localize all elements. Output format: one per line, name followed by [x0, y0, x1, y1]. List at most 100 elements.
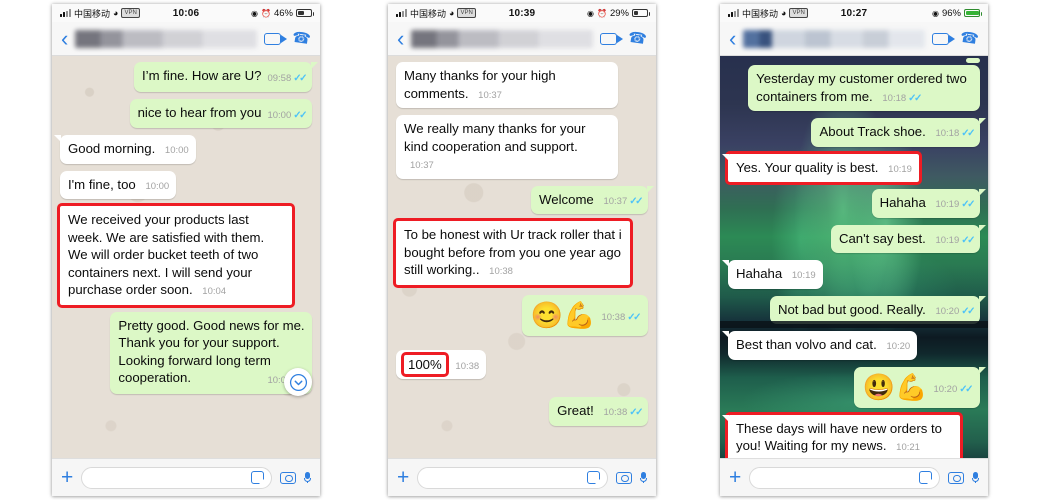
vpn-badge: VPN — [121, 8, 140, 18]
message-meta: 10:38 — [455, 358, 479, 376]
message-text: Hahaha — [736, 266, 783, 281]
message-meta: 10:21 — [896, 439, 920, 457]
message-input[interactable] — [81, 466, 272, 489]
message-input[interactable] — [417, 466, 608, 489]
message-bubble-outgoing[interactable]: I’m fine. How are U? 09:58 ✓✓ — [133, 62, 319, 92]
message-input[interactable] — [749, 466, 940, 489]
message-time: 10:38 — [601, 311, 626, 323]
message-meta: 10:37 — [478, 87, 502, 105]
status-right: ◉ 96% — [932, 8, 982, 19]
phone-screenshot-2: 中国移动 ◕ VPN 10:39 ◉ ⏰ 29% ‹ ☎ Many thanks… — [388, 4, 656, 496]
message-row: About Track shoe. 10:18 ✓✓ — [728, 118, 986, 147]
message-meta: 10:00 ✓✓ — [267, 107, 307, 125]
message-composer: + — [52, 458, 320, 496]
back-button[interactable]: ‹ — [729, 27, 736, 50]
status-bar: 中国移动 ◕ VPN 10:06 ◉ ⏰ 46% — [52, 4, 320, 22]
voice-call-icon[interactable]: ☎ — [291, 29, 312, 48]
message-time: 10:38 — [603, 407, 628, 418]
message-text: Great! — [557, 403, 594, 418]
camera-icon[interactable] — [948, 471, 964, 484]
camera-icon[interactable] — [280, 471, 296, 484]
message-list: Yesterday my customer ordered two contai… — [720, 56, 988, 458]
message-meta: 10:38 ✓✓ — [601, 303, 641, 333]
message-row: Can't say best. 10:19 ✓✓ — [728, 224, 987, 253]
contact-name-blurred[interactable] — [743, 29, 926, 48]
message-bubble-incoming[interactable]: We really many thanks for your kind coop… — [396, 115, 618, 179]
message-row: Great! 10:38 ✓✓ — [396, 397, 648, 426]
microphone-icon[interactable] — [304, 472, 311, 483]
phone-screenshot-1: 中国移动 ◕ VPN 10:06 ◉ ⏰ 46% ‹ ☎ I’m fine. H… — [52, 4, 320, 496]
nav-bar: ‹ ☎ — [52, 22, 320, 56]
chat-thread-1[interactable]: I’m fine. How are U? 09:58 ✓✓ nice to he… — [52, 56, 320, 458]
message-time: 10:20 — [935, 305, 960, 317]
message-bubble-outgoing[interactable]: Hahaha 10:19 ✓✓ — [871, 189, 987, 218]
message-time: 10:37 — [478, 89, 502, 101]
message-row: Good morning. 10:00 — [54, 135, 312, 164]
attach-button[interactable]: + — [397, 467, 409, 488]
message-meta: 10:19 ✓✓ — [935, 232, 975, 250]
status-bar: 中国移动 ◕ VPN 10:39 ◉ ⏰ 29% — [388, 4, 656, 22]
nav-actions: ☎ — [264, 29, 312, 48]
message-row: We really many thanks for your kind coop… — [396, 115, 648, 179]
video-call-icon[interactable] — [932, 32, 956, 45]
message-bubble-incoming[interactable]: Best than volvo and cat. 10:20 — [721, 331, 918, 360]
read-receipt-icon: ✓✓ — [293, 109, 307, 121]
message-bubble-incoming-highlighted[interactable]: Yes. Your quality is best. 10:19 — [722, 150, 922, 185]
message-bubble-outgoing-emoji[interactable]: 😊💪 10:38 ✓✓ — [521, 294, 648, 336]
message-text: About Track shoe. — [819, 124, 926, 139]
back-button[interactable]: ‹ — [397, 27, 404, 50]
message-bubble-outgoing[interactable]: Yesterday my customer ordered two contai… — [748, 65, 980, 111]
chat-thread-2[interactable]: Many thanks for your high comments. 10:3… — [388, 56, 656, 458]
message-text: Welcome — [539, 191, 594, 207]
message-text: 😊💪 — [530, 299, 596, 330]
chat-thread-3[interactable]: Yesterday my customer ordered two contai… — [720, 56, 988, 458]
message-bubble-outgoing[interactable]: About Track shoe. 10:18 ✓✓ — [811, 118, 986, 147]
message-bubble-incoming-highlighted[interactable]: These days will have new orders to you! … — [722, 411, 963, 458]
battery-icon — [964, 9, 982, 17]
message-bubble-incoming[interactable]: 100% 10:38 — [396, 349, 487, 379]
video-call-icon[interactable] — [600, 32, 624, 45]
battery-icon — [296, 9, 314, 17]
back-button[interactable]: ‹ — [61, 27, 68, 50]
message-time: 10:38 — [455, 360, 480, 372]
message-bubble-incoming-highlighted[interactable]: We received your products last week. We … — [57, 203, 295, 308]
nav-actions: ☎ — [932, 29, 980, 48]
microphone-icon[interactable] — [640, 472, 647, 483]
message-bubble-incoming[interactable]: Many thanks for your high comments. 10:3… — [396, 62, 618, 108]
message-bubble-outgoing[interactable]: Great! 10:38 ✓✓ — [549, 397, 648, 426]
scroll-to-bottom-button[interactable] — [284, 368, 312, 396]
voice-call-icon[interactable]: ☎ — [627, 29, 648, 48]
attach-button[interactable]: + — [729, 467, 741, 488]
message-bubble-outgoing[interactable]: Not bad but good. Really. 10:20 ✓✓ — [769, 295, 987, 324]
contact-name-blurred[interactable] — [75, 29, 258, 48]
message-bubble-incoming[interactable]: Hahaha 10:19 — [722, 260, 823, 289]
message-bubble-outgoing[interactable]: Pretty good. Good news for me. Thank you… — [110, 311, 312, 394]
sticker-icon[interactable] — [587, 471, 600, 484]
message-row-highlighted: To be honest with Ur track roller that i… — [392, 218, 648, 288]
message-text: Yes. Your quality is best. — [736, 159, 879, 175]
camera-icon[interactable] — [616, 471, 632, 484]
message-meta: 10:20 ✓✓ — [935, 303, 975, 321]
status-right: ◉ ⏰ 46% — [251, 8, 314, 19]
message-bubble-outgoing[interactable]: nice to hear from you 10:00 ✓✓ — [129, 98, 312, 128]
carrier-label: 中国移动 — [742, 8, 779, 19]
attach-button[interactable]: + — [61, 467, 73, 488]
nav-actions: ☎ — [600, 29, 648, 48]
battery-percent: 29% — [609, 7, 629, 19]
message-bubble-incoming[interactable]: Good morning. 10:00 — [54, 135, 196, 164]
message-bubble-outgoing[interactable]: Can't say best. 10:19 ✓✓ — [830, 224, 987, 253]
video-call-icon[interactable] — [264, 32, 288, 45]
location-icon: ◉ — [587, 8, 595, 18]
voice-call-icon[interactable]: ☎ — [959, 29, 980, 48]
message-text: Not bad but good. Really. — [777, 301, 926, 317]
message-bubble-incoming[interactable]: I'm fine, too 10:00 — [60, 170, 177, 199]
read-receipt-icon: ✓✓ — [961, 199, 975, 210]
sticker-icon[interactable] — [251, 471, 264, 484]
message-bubble-outgoing-emoji[interactable]: 😃💪 10:20 ✓✓ — [853, 366, 987, 408]
microphone-icon[interactable] — [972, 472, 979, 483]
message-time: 10:37 — [410, 160, 434, 171]
sticker-icon[interactable] — [919, 471, 932, 484]
message-bubble-outgoing[interactable]: Welcome 10:37 ✓✓ — [531, 185, 654, 214]
message-bubble-incoming-highlighted[interactable]: To be honest with Ur track roller that i… — [392, 218, 634, 288]
contact-name-blurred[interactable] — [411, 29, 594, 48]
